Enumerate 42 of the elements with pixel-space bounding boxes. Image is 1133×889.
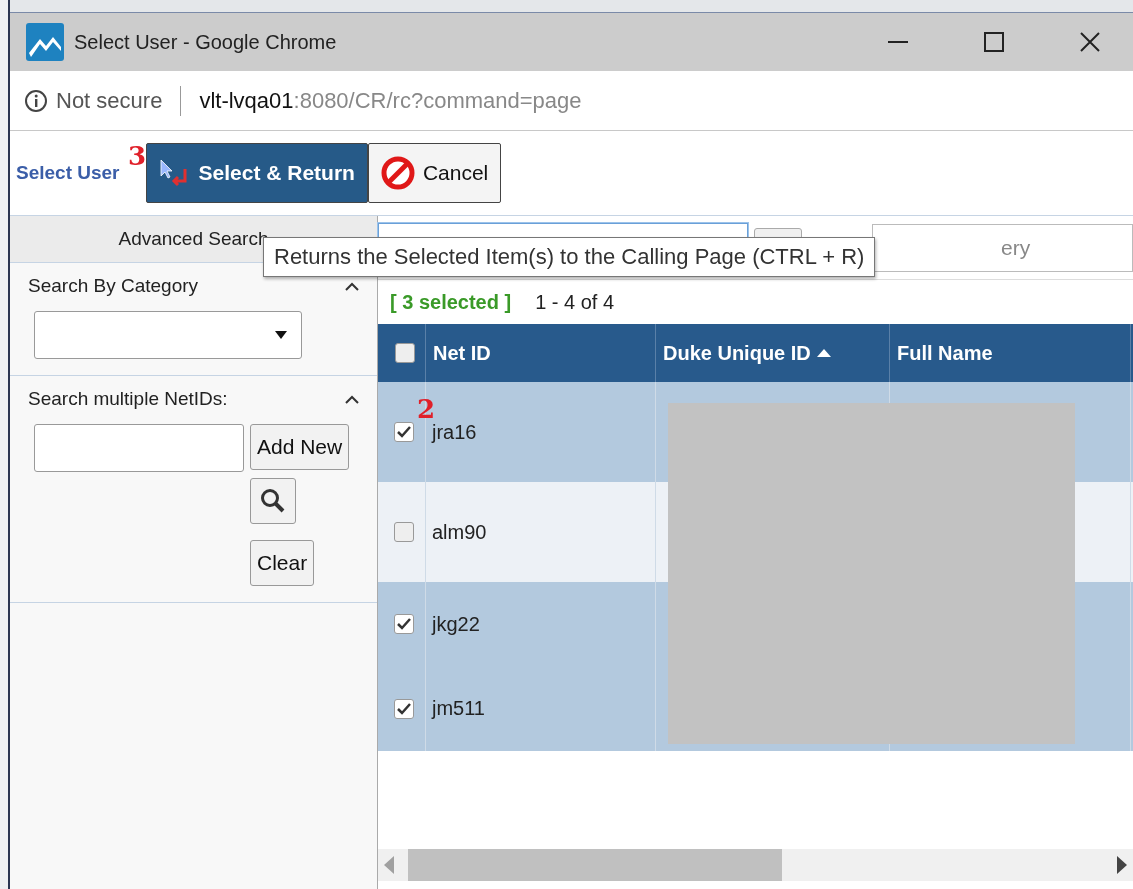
row-checkbox[interactable] bbox=[394, 522, 414, 542]
close-icon bbox=[1080, 32, 1100, 52]
scrollbar-thumb[interactable] bbox=[408, 849, 782, 881]
page-title: Select User bbox=[16, 162, 120, 184]
search-button[interactable] bbox=[250, 478, 296, 524]
dropdown-arrow-icon bbox=[275, 331, 287, 339]
category-select[interactable] bbox=[34, 311, 302, 359]
clear-button[interactable]: Clear bbox=[250, 540, 315, 586]
app-logo-icon bbox=[26, 23, 64, 61]
select-all-checkbox[interactable] bbox=[395, 343, 415, 363]
annotation-number: 3 bbox=[128, 141, 147, 171]
chevron-up-icon[interactable] bbox=[345, 394, 359, 404]
cancel-button[interactable]: Cancel bbox=[367, 143, 502, 203]
address-url[interactable]: vlt-lvqa01:8080/CR/rc?command=page bbox=[199, 87, 582, 114]
sort-up-icon[interactable] bbox=[816, 349, 831, 357]
maximize-icon bbox=[984, 32, 1004, 52]
netid-input[interactable] bbox=[34, 424, 244, 472]
table-cell: alm90 bbox=[432, 520, 487, 544]
select-return-button[interactable]: Select & Return bbox=[145, 143, 368, 203]
tooltip: Returns the Selected Item(s) to the Calling Page (CTRL + R) bbox=[263, 237, 876, 277]
section-title: Search By Category bbox=[28, 275, 199, 297]
column-header[interactable]: Net ID bbox=[433, 341, 491, 365]
section-title: Search multiple NetIDs: bbox=[28, 388, 228, 410]
row-checkbox[interactable] bbox=[394, 698, 414, 719]
security-label: Not secure bbox=[56, 87, 163, 114]
table-cell: jkg22 bbox=[432, 612, 480, 636]
column-header[interactable]: Full Name bbox=[897, 341, 993, 365]
search-icon bbox=[260, 488, 286, 514]
info-icon[interactable] bbox=[24, 88, 48, 113]
column-header[interactable]: Duke Unique ID bbox=[663, 341, 811, 365]
row-checkbox[interactable] bbox=[394, 422, 414, 442]
query-field[interactable]: ery bbox=[872, 223, 1133, 272]
scroll-right-icon[interactable] bbox=[1117, 856, 1127, 874]
record-range: 1 - 4 of 4 bbox=[535, 290, 615, 314]
minimize-icon bbox=[888, 41, 908, 43]
window-title: Select User - Google Chrome bbox=[74, 30, 338, 54]
row-checkbox[interactable] bbox=[394, 614, 414, 634]
table-cell: jm511 bbox=[432, 697, 485, 720]
selection-count: [ 3 selected ] bbox=[390, 290, 512, 314]
add-new-button[interactable]: Add New bbox=[250, 424, 350, 470]
no-entry-icon bbox=[380, 156, 415, 190]
chevron-up-icon[interactable] bbox=[345, 281, 359, 291]
